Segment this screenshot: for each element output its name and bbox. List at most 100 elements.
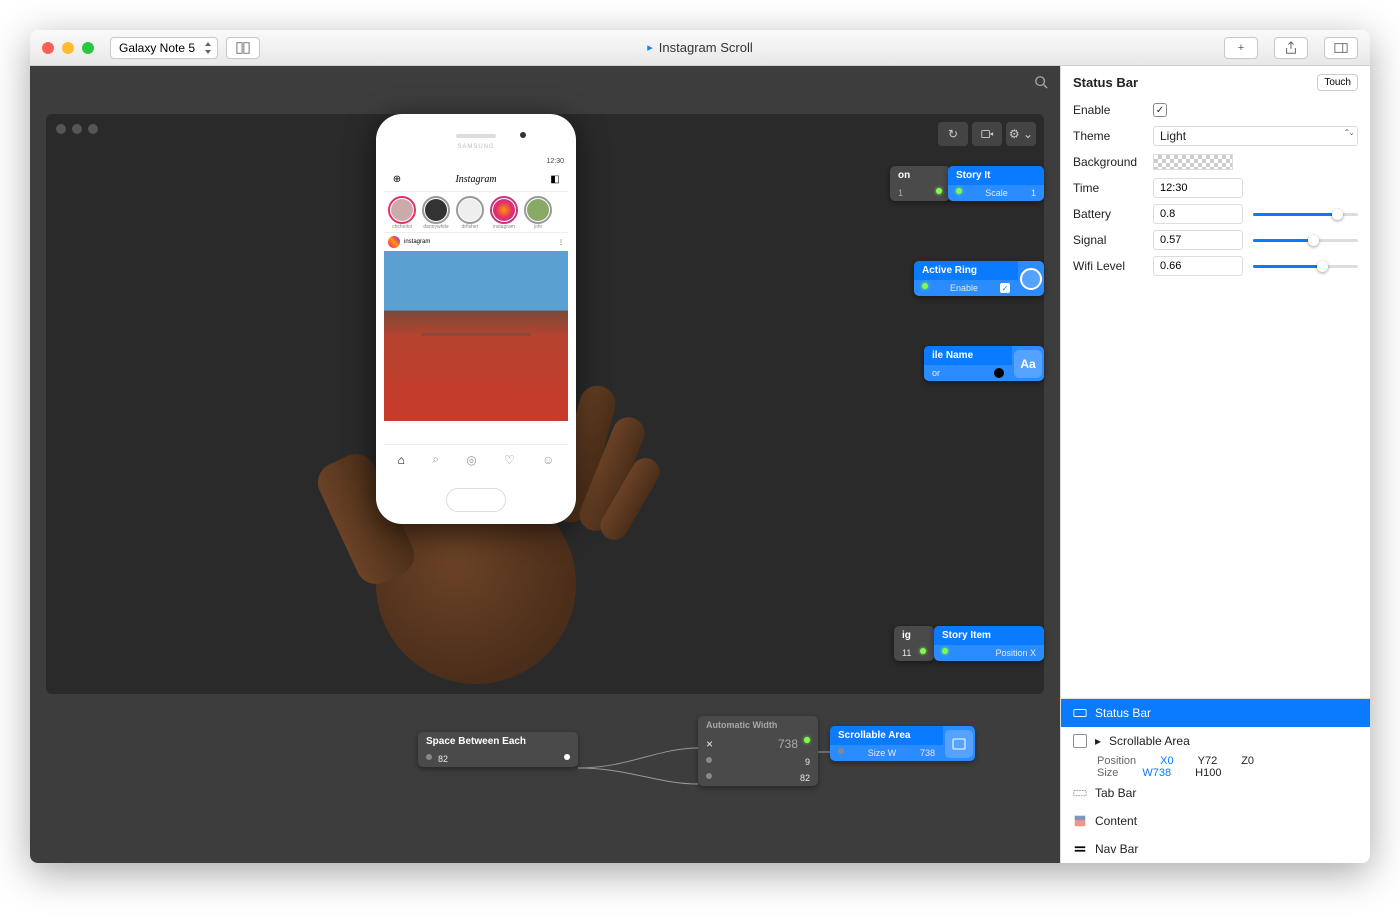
viewer-tools: ↻ ⚙ ⌄	[938, 122, 1036, 146]
app-window: Galaxy Note 5 Instagram Scroll +	[30, 30, 1370, 863]
video-icon	[980, 127, 994, 141]
panel-toggle-button[interactable]	[1324, 37, 1358, 59]
canvas-toolbar	[30, 66, 1060, 98]
wifi-input[interactable]	[1153, 256, 1243, 276]
heart-icon: ♡	[504, 453, 515, 467]
patch-multiply[interactable]: Automatic Width ×738 9 82	[698, 716, 818, 786]
theme-select[interactable]: Light	[1153, 126, 1358, 146]
text-icon: Aa	[1014, 350, 1042, 378]
document-title[interactable]: Instagram Scroll	[647, 40, 752, 55]
stories-row: chchoitoi dannywhite drfisher instagram …	[384, 192, 568, 233]
patch-partial-ng[interactable]: ig 11	[894, 626, 934, 661]
layout-icon	[236, 41, 250, 55]
record-button[interactable]	[972, 122, 1002, 146]
patch-active-ring[interactable]: Active Ring Enable✓	[914, 261, 1044, 296]
inspector-header: Status Bar Touch	[1061, 66, 1370, 97]
add-button[interactable]: +	[1224, 37, 1258, 59]
layer-size-row: Size W738 H100	[1061, 767, 1370, 779]
inspector-panel: Status Bar Touch Enable ✓ Theme Light Ba…	[1060, 66, 1370, 863]
app-logo: Instagram	[469, 173, 483, 187]
device-brand-label: SAMSUNG	[457, 144, 494, 150]
share-button[interactable]	[1274, 37, 1308, 59]
time-input[interactable]	[1153, 178, 1243, 198]
preview-viewer: ↻ ⚙ ⌄	[46, 114, 1044, 694]
app-nav-bar: ⊕ Instagram ◧	[384, 168, 568, 192]
add-story-icon: ⊕	[390, 173, 404, 187]
layer-content[interactable]: Content	[1061, 807, 1370, 835]
device-home-button	[446, 488, 506, 512]
layer-position-row: Position X0 Y72 Z0	[1061, 755, 1370, 767]
camera-icon: ◎	[466, 453, 476, 467]
window-controls	[42, 42, 94, 54]
tabbar-icon	[1073, 786, 1087, 800]
restart-preview-button[interactable]: ↻	[938, 122, 968, 146]
patch-space-between[interactable]: Space Between Each 82	[418, 732, 578, 767]
inspector-section-title: Status Bar	[1073, 75, 1138, 90]
preview-settings-button[interactable]: ⚙ ⌄	[1006, 122, 1036, 146]
patch-story-item-scale[interactable]: Story It Scale1	[948, 166, 1044, 201]
zoom-window-button[interactable]	[82, 42, 94, 54]
patch-title: ig	[894, 626, 934, 645]
enable-checkbox[interactable]: ✓	[1153, 103, 1167, 117]
story-item: drfisher	[456, 196, 484, 230]
titlebar: Galaxy Note 5 Instagram Scroll +	[30, 30, 1370, 66]
statusbar-icon	[1073, 706, 1087, 720]
patch-title: Scrollable Area	[838, 730, 910, 741]
prop-background: Background	[1061, 149, 1370, 175]
patch-story-item-position[interactable]: Story Item Position X	[934, 626, 1044, 661]
split-view-button[interactable]	[226, 37, 260, 59]
connection-wire	[578, 738, 708, 792]
device-camera	[520, 132, 526, 138]
patch-title: Active Ring	[922, 265, 977, 276]
content-icon	[1073, 814, 1087, 828]
panel-icon	[1334, 41, 1348, 55]
minimize-window-button[interactable]	[62, 42, 74, 54]
device-selector[interactable]: Galaxy Note 5	[110, 37, 218, 59]
search-tab-icon: ⌕	[432, 452, 439, 467]
prop-theme: Theme Light	[1061, 123, 1370, 149]
viewer-window-dots	[56, 124, 98, 134]
post-header: instagram ⋮	[384, 233, 568, 251]
device-status-bar: 12:30	[384, 154, 568, 168]
background-swatch[interactable]	[1153, 154, 1233, 170]
close-window-button[interactable]	[42, 42, 54, 54]
app-tab-bar: ⌂ ⌕ ◎ ♡ ☺	[384, 444, 568, 474]
patch-partial-on[interactable]: on 1	[890, 166, 950, 201]
layer-scrollable-area[interactable]: ▸ Scrollable Area	[1061, 727, 1370, 755]
prop-signal: Signal	[1061, 227, 1370, 253]
ring-icon	[1020, 268, 1042, 290]
story-item: chchoitoi	[388, 196, 416, 230]
touch-button[interactable]: Touch	[1317, 74, 1358, 91]
patch-scrollable-area[interactable]: Scrollable Area Size W738	[830, 726, 975, 761]
prop-wifi: Wifi Level	[1061, 253, 1370, 279]
layer-icon	[1073, 734, 1087, 748]
patch-file-name[interactable]: ile Name or Aa	[924, 346, 1044, 381]
prop-time: Time	[1061, 175, 1370, 201]
story-item: johr	[524, 196, 552, 230]
post-username: instagram	[404, 239, 430, 245]
home-icon: ⌂	[398, 453, 405, 467]
signal-input[interactable]	[1153, 230, 1243, 250]
share-icon	[1284, 41, 1298, 55]
device-speaker	[456, 134, 496, 138]
prop-enable: Enable ✓	[1061, 97, 1370, 123]
patch-title: Space Between Each	[426, 736, 526, 747]
battery-input[interactable]	[1153, 204, 1243, 224]
search-icon[interactable]	[1034, 75, 1048, 89]
layer-list: Status Bar ▸ Scrollable Area Position X0…	[1061, 698, 1370, 863]
post-avatar-icon	[388, 236, 400, 248]
patch-title: Story Item	[942, 630, 991, 641]
battery-slider[interactable]	[1253, 213, 1358, 216]
layer-nav-bar[interactable]: Nav Bar	[1061, 835, 1370, 863]
signal-slider[interactable]	[1253, 239, 1358, 242]
patch-title: ile Name	[932, 350, 973, 361]
device-preview[interactable]: SAMSUNG 12:30 ⊕ Instagram ◧ chchoitoi da…	[376, 114, 576, 524]
patch-title: on	[890, 166, 950, 185]
wifi-slider[interactable]	[1253, 265, 1358, 268]
layer-tab-bar[interactable]: Tab Bar	[1061, 779, 1370, 807]
box-icon	[945, 730, 973, 758]
layer-status-bar[interactable]: Status Bar	[1061, 699, 1370, 727]
navbar-icon	[1073, 842, 1087, 856]
connection-wire	[818, 748, 834, 760]
canvas[interactable]: ↻ ⚙ ⌄	[30, 66, 1060, 863]
